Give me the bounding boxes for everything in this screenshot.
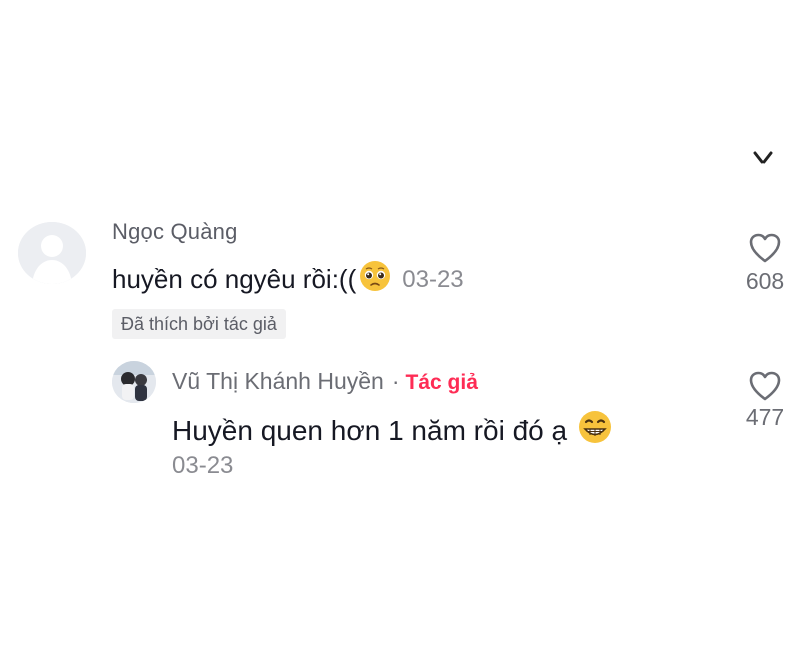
default-avatar-icon xyxy=(18,222,86,284)
reply-text: Huyền quen hơn 1 năm rồi đó ạ xyxy=(172,414,568,446)
reply-like-count: 477 xyxy=(745,404,785,430)
heart-outline-icon[interactable] xyxy=(748,370,782,402)
reply-avatar[interactable] xyxy=(112,361,156,403)
heart-outline-icon[interactable] xyxy=(748,232,782,264)
user-photo-avatar xyxy=(112,361,156,403)
reply-username[interactable]: Vũ Thị Khánh Huyền xyxy=(172,368,384,394)
liked-by-author-badge: Đã thích bởi tác giả xyxy=(112,309,286,339)
comment-date: 03-23 xyxy=(402,265,464,293)
pleading-face-emoji xyxy=(358,259,392,300)
close-icon[interactable] xyxy=(750,150,776,168)
separator-dot: · xyxy=(391,368,400,394)
reply-date: 03-23 xyxy=(172,452,234,479)
grinning-face-emoji xyxy=(577,409,613,452)
reply-text-row: Huyền quen hơn 1 năm rồi đó ạ xyxy=(172,409,613,452)
avatar[interactable] xyxy=(18,222,86,284)
reply-header: Vũ Thị Khánh Huyền · Tác giả xyxy=(172,368,478,395)
like-count: 608 xyxy=(745,268,785,294)
comment-username[interactable]: Ngọc Quàng xyxy=(112,219,238,245)
comment-text: huyền có ngyêu rồi:(( xyxy=(112,264,357,294)
author-tag: Tác giả xyxy=(405,371,478,394)
comment-text-row: huyền có ngyêu rồi:(( 03-23 xyxy=(112,259,464,300)
